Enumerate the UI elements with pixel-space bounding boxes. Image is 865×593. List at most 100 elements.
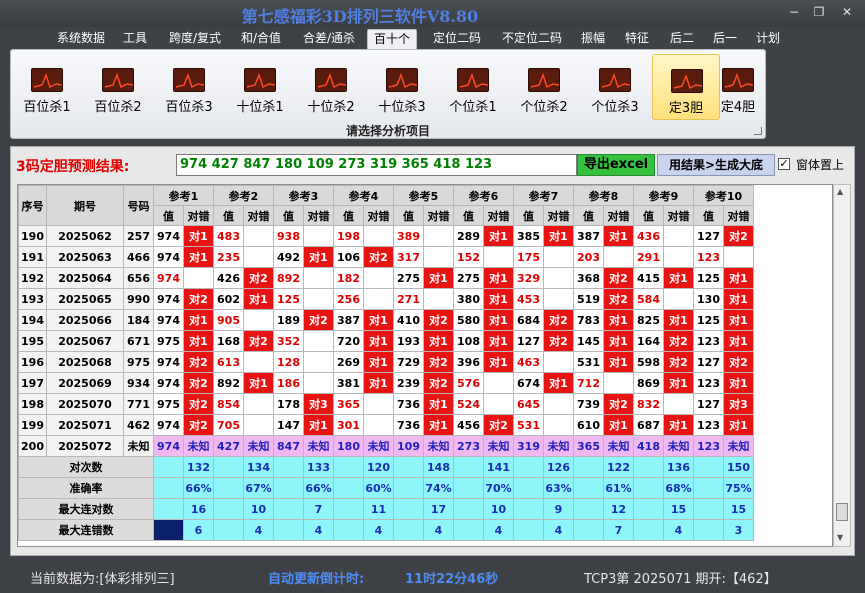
result-cell: 对2 <box>243 330 274 352</box>
ribbon-button[interactable]: 个位杀1 <box>439 54 507 120</box>
result-cell: 对2 <box>423 309 454 331</box>
table-row[interactable]: 198 2025070 771 975 对2 854 178 对3 365 736 对1 524 645… <box>18 393 754 415</box>
minimize-icon[interactable]: − <box>787 5 801 19</box>
scroll-down-icon[interactable]: ▼ <box>837 533 843 542</box>
table-row[interactable]: 199 2025071 462 974 对2 705 147 对1 301 736 对1 456 对2 5… <box>18 414 754 436</box>
ribbon-button[interactable]: 个位杀3 <box>581 54 649 120</box>
table-row[interactable]: 192 2025064 656 974 426 对2 892 182 275 对1 275 对1 329… <box>18 267 754 289</box>
menu-item[interactable]: 工具 <box>117 29 153 49</box>
result-cell <box>543 246 574 268</box>
result-cell: 对2 <box>303 309 334 331</box>
table-row[interactable]: 197 2025069 934 974 对2 892 对1 186 381 对1 239 对2 576 6… <box>18 372 754 394</box>
prediction-label: 3码定胆预测结果: <box>16 159 130 175</box>
menu-item[interactable]: 系统数据 <box>50 29 112 49</box>
header-code: 号码 <box>123 185 154 226</box>
menu-item[interactable]: 后二 <box>664 29 700 49</box>
code-cell: 184 <box>123 309 154 331</box>
ribbon-button[interactable]: 百位杀1 <box>13 54 81 120</box>
value-cell: 645 <box>513 393 544 415</box>
data-grid[interactable]: 序号 期号 号码 参考1 参考2 参考3 参考4 参考5 参考6 参考7 参考8 参考9 参考10 值对错… <box>17 184 833 547</box>
table-row[interactable]: 196 2025068 975 974 对2 613 128 269 对1 729 对2 396 对1 4… <box>18 351 754 373</box>
ribbon-panel: 请选择分析项目 百位杀1 百位杀2 百位杀3 十位杀1 十位杀2 十位杀3 个位杀1 个位杀2… <box>10 49 766 139</box>
table-row[interactable]: 190 2025062 257 974 对1 483 938 198 389 289 对1 385 对1… <box>18 225 754 247</box>
value-cell: 974 <box>153 435 184 457</box>
menu-item[interactable]: 计划 <box>750 29 786 49</box>
code-cell: 462 <box>123 414 154 436</box>
ribbon-button[interactable]: 十位杀3 <box>368 54 436 120</box>
table-row[interactable]: 194 2025066 184 974 对1 905 189 对2 387 对1 410 对2 580 对… <box>18 309 754 331</box>
result-cell: 对1 <box>603 309 634 331</box>
header-result: 对错 <box>363 205 394 226</box>
result-cell: 对2 <box>363 246 394 268</box>
menu-item[interactable]: 后一 <box>707 29 743 49</box>
chart-icon <box>528 68 560 92</box>
menu-item[interactable]: 定位二码 <box>426 29 488 49</box>
chart-icon <box>244 68 276 92</box>
scrollbar-thumb[interactable] <box>836 503 848 521</box>
result-cell: 对2 <box>663 330 694 352</box>
code-cell: 257 <box>123 225 154 247</box>
menu-item[interactable]: 不定位二码 <box>493 29 571 49</box>
value-cell: 720 <box>333 330 364 352</box>
ribbon-button[interactable]: 十位杀2 <box>297 54 365 120</box>
prediction-result-field[interactable]: 974 427 847 180 109 273 319 365 418 123 <box>176 154 577 176</box>
stats-spacer <box>273 519 304 541</box>
analysis-table: 序号 期号 号码 参考1 参考2 参考3 参考4 参考5 参考6 参考7 参考8 参考9 参考10 值对错… <box>18 185 754 541</box>
value-cell: 180 <box>333 435 364 457</box>
value-cell: 368 <box>573 267 604 289</box>
scroll-up-icon[interactable]: ▲ <box>837 187 843 196</box>
export-excel-button[interactable]: 导出excel <box>577 154 655 176</box>
code-cell: 771 <box>123 393 154 415</box>
result-cell <box>663 288 694 310</box>
value-cell: 832 <box>633 393 664 415</box>
restore-icon[interactable]: ❐ <box>812 5 826 19</box>
stats-value: 12 <box>603 498 634 520</box>
generate-base-button[interactable]: 用结果>生成大底 <box>657 154 775 176</box>
ribbon-button[interactable]: 十位杀1 <box>226 54 294 120</box>
stats-spacer <box>513 477 544 499</box>
header-value: 值 <box>153 205 184 226</box>
result-cell <box>243 309 274 331</box>
value-cell: 123 <box>693 414 724 436</box>
result-cell <box>243 225 274 247</box>
table-row[interactable]: 195 2025067 671 975 对1 168 对2 352 720 对1 193 对1 108 对… <box>18 330 754 352</box>
ribbon-expand-icon[interactable] <box>754 127 762 135</box>
menu-item[interactable]: 跨度/复式 <box>160 29 230 49</box>
value-cell: 396 <box>453 351 484 373</box>
stats-spacer <box>693 477 724 499</box>
menu-item[interactable]: 振幅 <box>575 29 611 49</box>
menu-item[interactable]: 百十个 <box>367 29 417 49</box>
ribbon-button[interactable]: 定3胆 <box>652 54 720 120</box>
value-cell: 125 <box>693 267 724 289</box>
close-icon[interactable]: ✕ <box>840 5 854 19</box>
result-cell: 对1 <box>183 246 214 268</box>
value-cell: 365 <box>573 435 604 457</box>
pin-window-checkbox[interactable]: ✓ <box>778 158 790 170</box>
table-row[interactable]: 191 2025063 466 974 对1 235 492 对1 106 对2 317 152 175… <box>18 246 754 268</box>
table-row[interactable]: 193 2025065 990 974 对2 602 对1 125 256 271 380 对1 453… <box>18 288 754 310</box>
value-cell: 235 <box>213 246 244 268</box>
unknown-cell: 未知 <box>423 435 454 457</box>
unknown-cell: 未知 <box>183 435 214 457</box>
period-cell: 2025072 <box>46 435 124 457</box>
value-cell: 456 <box>453 414 484 436</box>
value-cell: 365 <box>333 393 364 415</box>
result-cell: 对1 <box>723 330 754 352</box>
ribbon-button[interactable]: 百位杀2 <box>84 54 152 120</box>
value-cell: 123 <box>693 246 724 268</box>
result-cell <box>303 267 334 289</box>
ribbon-button[interactable]: 定4胆 <box>713 54 763 120</box>
value-cell: 684 <box>513 309 544 331</box>
seq-cell: 192 <box>18 267 47 289</box>
table-row-pending[interactable]: 200 2025072 未知 974 未知 427 未知 847 未知 180 未知 109 未知 273… <box>18 435 754 457</box>
value-cell: 410 <box>393 309 424 331</box>
ribbon-button[interactable]: 百位杀3 <box>155 54 223 120</box>
stats-value: 6 <box>183 519 214 541</box>
ribbon-button[interactable]: 个位杀2 <box>510 54 578 120</box>
result-cell: 对1 <box>363 309 394 331</box>
vertical-scrollbar[interactable]: ▲ ▼ <box>833 184 851 547</box>
menu-item[interactable]: 合差/通杀 <box>296 29 362 49</box>
menu-item[interactable]: 和/合值 <box>235 29 287 49</box>
stats-value: 63% <box>543 477 574 499</box>
menu-item[interactable]: 特征 <box>619 29 655 49</box>
